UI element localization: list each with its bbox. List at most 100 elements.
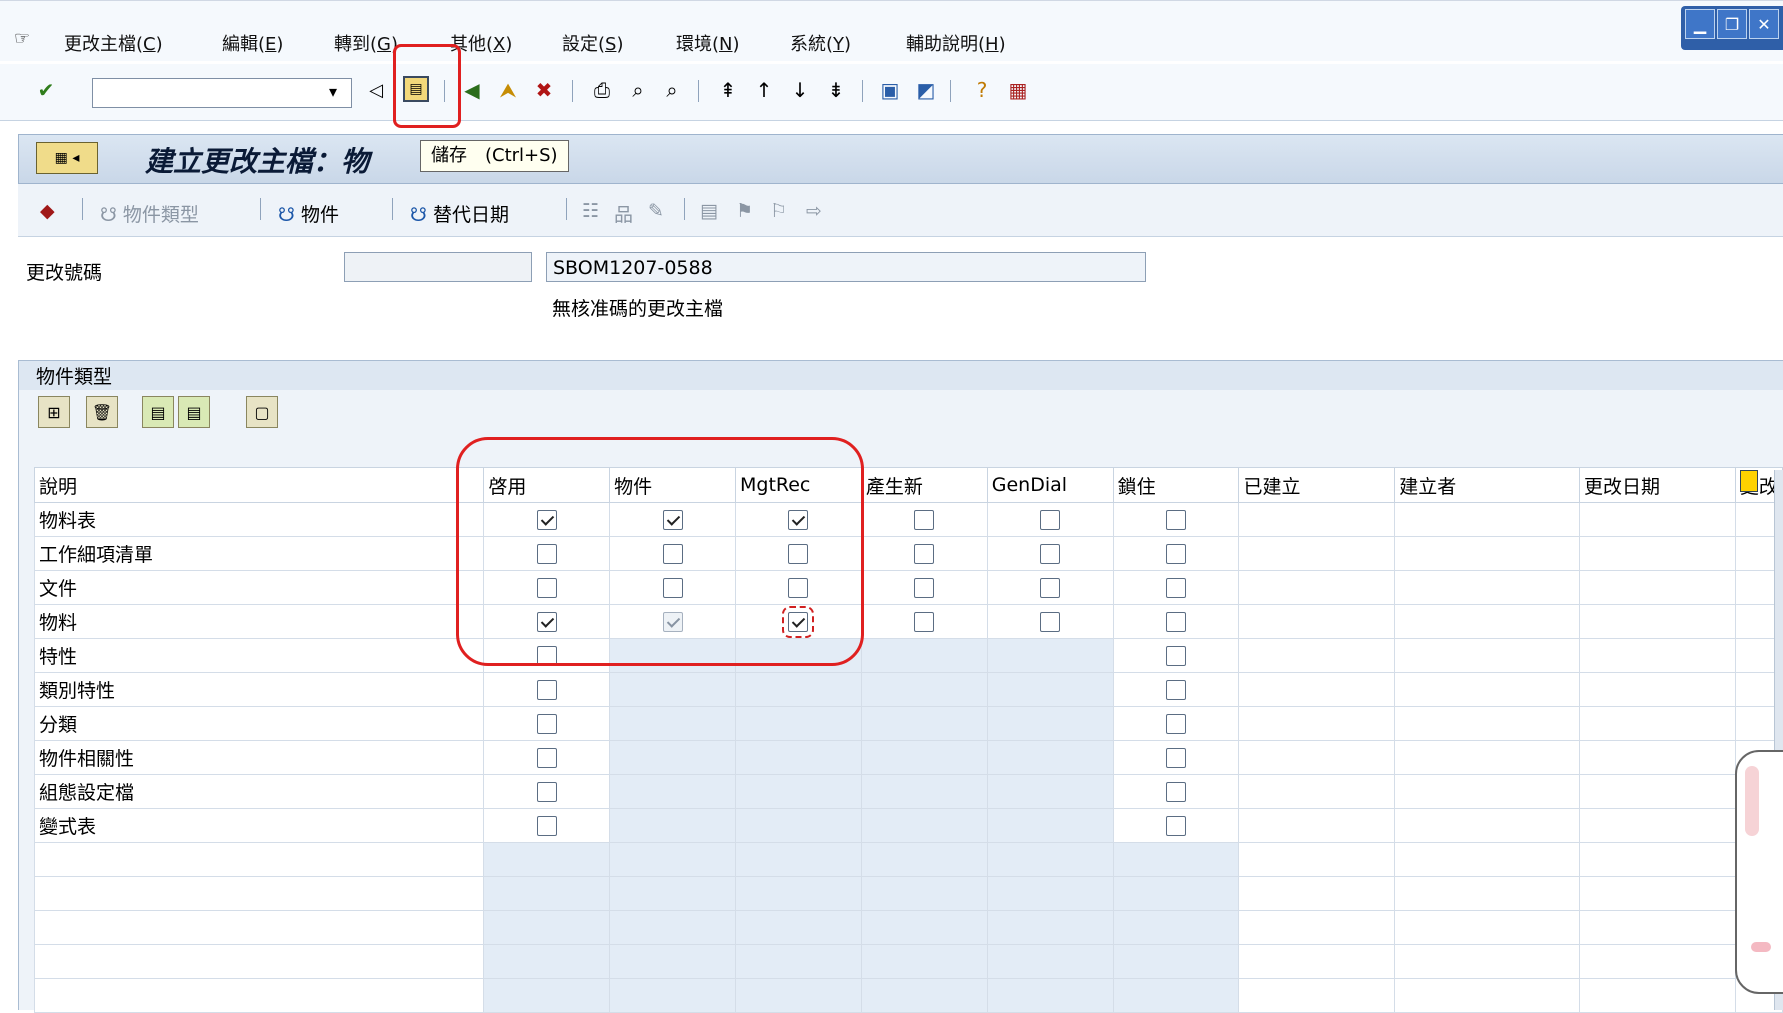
edit-icon[interactable]: ✎ [648,200,664,222]
new-session-icon[interactable]: ▣ [876,76,904,104]
checkbox-gen[interactable] [914,578,935,598]
checkbox-gendial[interactable] [1040,544,1061,564]
checkbox-locked[interactable] [1166,646,1187,666]
first-page-icon[interactable]: ⇞ [714,76,742,104]
objects-button[interactable]: ☋ 物件 [278,200,339,227]
checkbox-gendial[interactable] [1040,510,1061,530]
change-number-prefix-field[interactable] [344,252,532,282]
checkbox-active[interactable] [536,816,557,836]
layout-icon[interactable]: ▦ [1004,76,1032,104]
cell-info [1579,808,1736,843]
collapse-toolbar-icon[interactable]: ◁ [362,76,390,104]
prev-page-icon[interactable]: ↑ [750,76,778,104]
row-description: 分類 [33,706,485,741]
checkbox-gen[interactable] [914,544,935,564]
menu-item-label: 環境( [676,34,720,55]
checkbox-locked[interactable] [1166,510,1187,530]
flag-outline-icon[interactable]: ⚐ [770,200,787,222]
system-menu-icon[interactable]: ☞ [14,28,30,49]
filter-icon[interactable]: ☷ [582,200,599,222]
display-change-icon[interactable]: ◆ [40,200,55,222]
empty-cell [1579,876,1736,911]
checkbox-locked[interactable] [1166,578,1187,598]
checkbox-active[interactable] [536,748,557,768]
checkbox-active[interactable] [536,714,557,734]
cell-mgtrec [734,740,862,775]
print-icon[interactable]: ⎙ [588,76,616,104]
cell-locked [1112,604,1240,639]
empty-cell [483,876,611,911]
enter-icon[interactable]: ✔ [32,76,60,104]
last-page-icon[interactable]: ⇟ [822,76,850,104]
checkbox-active[interactable] [536,680,557,700]
checkbox-locked[interactable] [1166,544,1187,564]
checkbox-active[interactable] [536,782,557,802]
chevron-down-icon[interactable]: ▾ [320,80,346,104]
row-description: 特性 [33,638,485,673]
gui-menu-icon[interactable]: ▦ ◂ [36,142,98,174]
checkbox-gen[interactable] [914,510,935,530]
menu-item-4[interactable]: 設定(S) [562,30,624,56]
cell-active [483,672,611,707]
menu-item-6[interactable]: 系統(Y) [790,30,851,56]
empty-cell [609,944,736,979]
restore-icon[interactable]: ❐ [1717,9,1747,39]
command-field[interactable] [92,78,352,108]
cell-gendial [986,502,1114,537]
copy-icon[interactable]: ▤ [700,200,718,222]
alternative-dates-button[interactable]: ☋ 替代日期 [410,200,509,227]
row-description: 文件 [33,570,485,605]
hierarchy-icon[interactable]: 品 [614,200,633,227]
deselect-all-icon[interactable]: ▤ [178,396,210,428]
change-number-field[interactable]: SBOM1207-0588 [546,252,1146,282]
menu-item-2[interactable]: 轉到(G) [334,30,398,56]
menu-item-0[interactable]: 更改主檔(C) [64,30,163,56]
transfer-icon[interactable]: ⇨ [806,200,822,222]
column-header[interactable]: 說明 [33,467,485,503]
column-header[interactable]: 更改日期 [1579,467,1736,503]
checkbox-gendial[interactable] [1040,578,1061,598]
checkbox-locked[interactable] [1166,782,1187,802]
menu-item-end: ) [505,34,513,55]
select-all-icon[interactable]: ▤ [142,396,174,428]
object-types-section [18,360,1783,391]
empty-cell [1579,842,1736,877]
column-header[interactable]: 建立者 [1394,467,1581,503]
checkbox-locked[interactable] [1166,714,1187,734]
menu-item-end: ) [998,34,1006,55]
flag-icon[interactable]: ⚑ [736,200,753,222]
checkbox-gendial[interactable] [1040,612,1061,632]
exit-icon[interactable]: ⮝ [494,76,522,104]
column-header[interactable]: 產生新 [860,467,988,503]
find-next-icon[interactable]: ⌕ [658,76,686,104]
next-page-icon[interactable]: ↓ [786,76,814,104]
back-icon[interactable]: ◀ [458,76,486,104]
checkbox-locked[interactable] [1166,680,1187,700]
object-types-button[interactable]: ☋ 物件類型 [100,200,199,227]
help-icon[interactable]: ? [968,76,996,104]
menu-item-label: 系統( [790,34,834,55]
find-icon[interactable]: ⌕ [624,76,652,104]
column-header[interactable]: GenDial [986,467,1114,503]
section-title: 物件類型 [36,366,113,388]
cell-info [1238,808,1396,843]
cancel-icon[interactable]: ✖ [530,76,558,104]
close-icon[interactable]: ✕ [1749,9,1779,39]
checkbox-locked[interactable] [1166,612,1187,632]
insert-row-icon[interactable]: ⊞ [38,396,70,428]
column-header[interactable]: 鎖住 [1112,467,1240,503]
delete-row-icon[interactable]: 🗑 [86,396,118,428]
table-row: 物料表 [33,502,1783,537]
column-settings-icon[interactable] [1740,470,1758,492]
menu-item-7[interactable]: 輔助說明(H) [906,30,1006,56]
checkbox-gen[interactable] [914,612,935,632]
menu-item-5[interactable]: 環境(N) [676,30,740,56]
checkbox-locked[interactable] [1166,748,1187,768]
menu-item-1[interactable]: 編輯(E) [222,30,283,56]
minimize-icon[interactable]: ▁ [1685,9,1715,39]
shortcut-icon[interactable]: ◩ [912,76,940,104]
cell-info [1394,672,1581,707]
column-header[interactable]: 已建立 [1238,467,1396,503]
checkbox-locked[interactable] [1166,816,1187,836]
details-icon[interactable]: ▢ [246,396,278,428]
